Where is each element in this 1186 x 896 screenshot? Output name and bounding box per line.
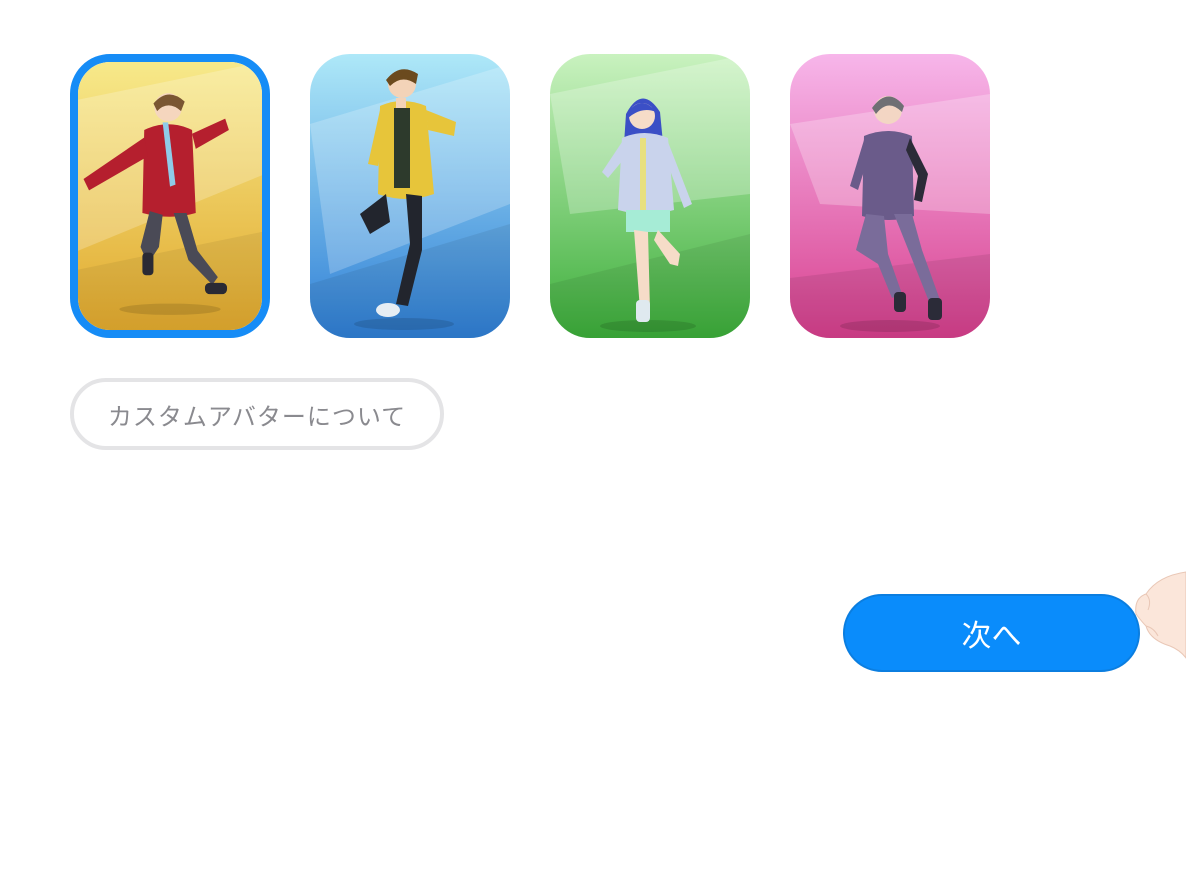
avatar-card-pink[interactable] [790,54,990,338]
next-button[interactable]: 次へ [843,594,1140,672]
avatar-selection-screen: カスタムアバターについて 次へ [0,0,1186,896]
avatar-card-green[interactable] [550,54,750,338]
next-button-label: 次へ [961,619,1022,654]
custom-avatar-info-button[interactable]: カスタムアバターについて [70,378,444,450]
avatar-pink-illustration [790,54,990,338]
avatar-card-blue[interactable] [310,54,510,338]
avatar-green-illustration [550,54,750,338]
avatar-blue-illustration [310,54,510,338]
avatar-yellow-illustration [78,62,262,330]
peeking-hand-icon [1135,571,1186,659]
avatar-card-yellow[interactable] [70,54,270,338]
custom-avatar-info-label: カスタムアバターについて [107,402,407,431]
